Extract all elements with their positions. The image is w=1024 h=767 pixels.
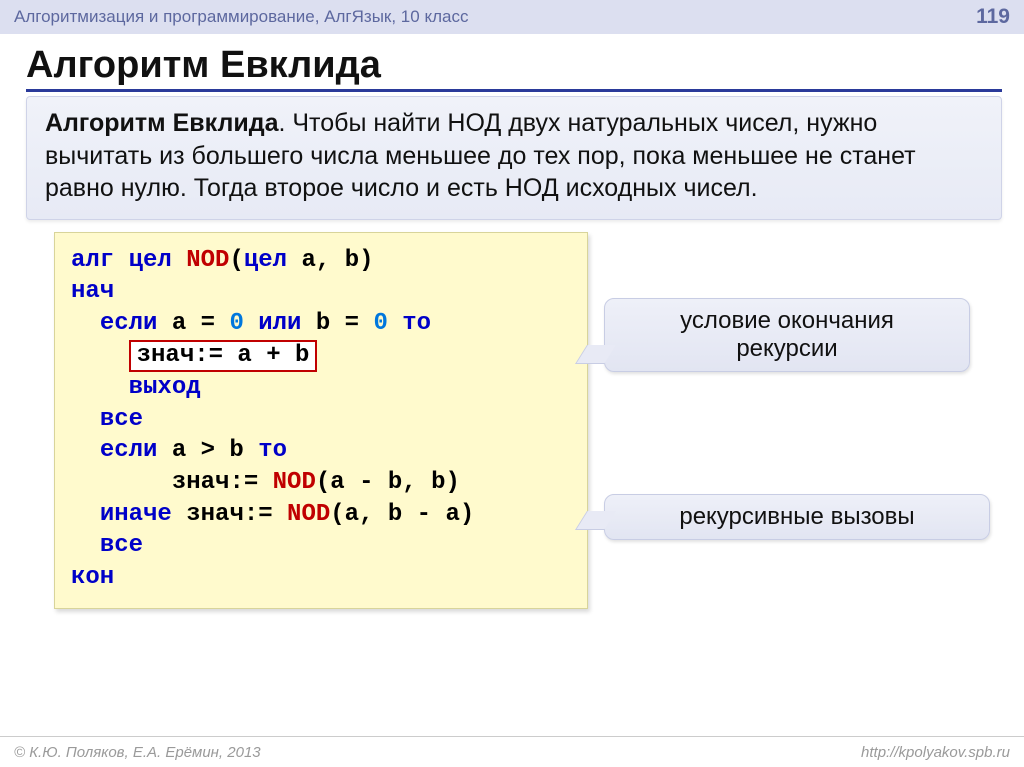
call3: NOD — [287, 501, 330, 528]
definition-term: Алгоритм Евклида — [45, 109, 279, 137]
sig-rest: a, b) — [287, 247, 373, 274]
kw-begin: нач — [71, 278, 114, 305]
kw-end: кон — [71, 564, 114, 591]
code-block: алг цел NOD(цел a, b) нач если a = 0 или… — [54, 232, 588, 609]
kw-int: цел — [129, 247, 172, 274]
assign3-args: (a, b - a) — [330, 501, 474, 528]
cond1-b: b = — [301, 310, 373, 337]
kw-if: если — [100, 310, 158, 337]
kw-endif2: все — [100, 532, 143, 559]
definition-box: Алгоритм Евклида. Чтобы найти НОД двух н… — [26, 96, 1002, 220]
footer-author: © К.Ю. Поляков, Е.А. Ерёмин, 2013 — [14, 744, 261, 761]
fn-name: NOD — [186, 247, 229, 274]
footer-bar: © К.Ю. Поляков, Е.А. Ерёмин, 2013 http:/… — [0, 736, 1024, 767]
framed-code: знач:= a + b — [137, 342, 310, 369]
kw-then: то — [388, 310, 431, 337]
kw-else: иначе — [100, 501, 172, 528]
cond1-a: a = — [157, 310, 229, 337]
zero2: 0 — [373, 310, 387, 337]
sig-open: ( — [229, 247, 243, 274]
kw-if2: если — [100, 437, 158, 464]
assign2-pre: знач:= — [172, 469, 273, 496]
callout-end-text: условие окончания рекурсии — [680, 307, 894, 362]
highlight-frame: знач:= a + b — [129, 340, 318, 372]
callout-end-condition: условие окончания рекурсии — [604, 298, 970, 373]
slide-body: Алгоритм Евклида Алгоритм Евклида. Чтобы… — [0, 34, 1024, 652]
assign3-pre: знач:= — [172, 501, 287, 528]
footer-url: http://kpolyakov.spb.ru — [861, 744, 1010, 761]
slide-title: Алгоритм Евклида — [26, 44, 1002, 92]
kw-then2: то — [258, 437, 287, 464]
code-area: алг цел NOD(цел a, b) нач если a = 0 или… — [26, 232, 1002, 652]
callout-rec-text: рекурсивные вызовы — [679, 503, 914, 530]
cond2: a > b — [157, 437, 258, 464]
callout-recursive-calls: рекурсивные вызовы — [604, 494, 990, 540]
page-number: 119 — [976, 5, 1010, 29]
kw-exit: выход — [129, 374, 201, 401]
course-label: Алгоритмизация и программирование, АлгЯз… — [14, 7, 468, 27]
cond1-or: или — [244, 310, 302, 337]
kw-int2: цел — [244, 247, 287, 274]
assign2-args: (a - b, b) — [316, 469, 460, 496]
call2: NOD — [273, 469, 316, 496]
kw-alg: алг — [71, 247, 114, 274]
zero1: 0 — [229, 310, 243, 337]
header-bar: Алгоритмизация и программирование, АлгЯз… — [0, 0, 1024, 34]
kw-endif: все — [100, 406, 143, 433]
